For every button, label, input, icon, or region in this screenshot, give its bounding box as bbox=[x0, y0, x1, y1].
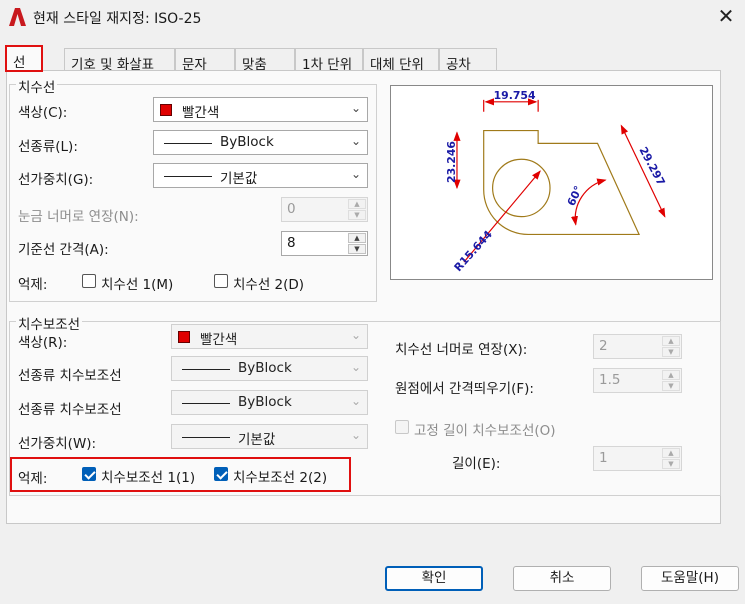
ext-extend-spinner[interactable]: 2 ▲ ▼ bbox=[593, 334, 682, 359]
line-sample bbox=[182, 437, 230, 438]
suppress-ext-line-2-checkbox[interactable] bbox=[214, 467, 228, 481]
dim-linetype-select[interactable]: ByBlock ⌄ bbox=[153, 130, 368, 155]
chevron-down-icon: ⌄ bbox=[350, 360, 361, 374]
dim-color-label: 색상(C): bbox=[18, 105, 68, 121]
chevron-down-icon: ⌄ bbox=[350, 134, 361, 148]
length-value: 1 bbox=[599, 450, 608, 466]
ext-linetype1-label: 선종류 치수보조선 bbox=[18, 368, 122, 384]
dim-extend-value: 0 bbox=[287, 201, 296, 217]
dim-angle-text: 60° bbox=[565, 184, 585, 208]
dim-lineweight-select[interactable]: 기본값 ⌄ bbox=[153, 163, 368, 188]
tab-symbols-arrows[interactable]: 기호 및 화살표 bbox=[64, 48, 175, 73]
ext-color-select[interactable]: 빨간색 ⌄ bbox=[171, 324, 368, 349]
ext-color-label: 색상(R): bbox=[18, 335, 68, 351]
line-sample bbox=[164, 143, 212, 144]
spin-up-icon[interactable]: ▲ bbox=[348, 233, 366, 243]
dim-extend-label: 눈금 너머로 연장(N): bbox=[18, 209, 139, 225]
suppress-ext-line-2-label: 치수보조선 2(2) bbox=[233, 470, 328, 486]
tab-alternate-units[interactable]: 대체 단위 bbox=[363, 48, 439, 73]
suppress-dim-line-1-label: 치수선 1(M) bbox=[101, 277, 174, 293]
ext-lineweight-value: 기본값 bbox=[238, 432, 276, 448]
spin-down-icon[interactable]: ▼ bbox=[348, 244, 366, 254]
spin-up-icon[interactable]: ▲ bbox=[662, 370, 680, 380]
ext-offset-label: 원점에서 간격띄우기(F): bbox=[395, 381, 534, 397]
length-spinner[interactable]: 1 ▲ ▼ bbox=[593, 446, 682, 471]
ext-linetype1-select[interactable]: ByBlock ⌄ bbox=[171, 356, 368, 381]
dim-linetype-value: ByBlock bbox=[220, 134, 274, 150]
ext-linetype1-value: ByBlock bbox=[238, 360, 292, 376]
ext-offset-value: 1.5 bbox=[599, 372, 621, 388]
ext-linetype2-select[interactable]: ByBlock ⌄ bbox=[171, 390, 368, 415]
dim-linetype-label: 선종류(L): bbox=[18, 139, 78, 155]
window-title: 현재 스타일 재지정: ISO-25 bbox=[33, 11, 202, 27]
geometry-outline bbox=[483, 129, 641, 236]
spin-down-icon[interactable]: ▼ bbox=[348, 210, 366, 220]
dim-color-select[interactable]: 빨간색 ⌄ bbox=[153, 97, 368, 122]
tab-lines[interactable]: 선 bbox=[5, 45, 43, 72]
title-bar: 현재 스타일 재지정: ISO-25 ✕ bbox=[0, 0, 745, 34]
ext-offset-spinner[interactable]: 1.5 ▲ ▼ bbox=[593, 368, 682, 393]
ok-button[interactable]: 확인 bbox=[385, 566, 483, 591]
dim-left-text: 23.246 bbox=[445, 141, 458, 183]
suppress-ext-line-1-label: 치수보조선 1(1) bbox=[101, 470, 196, 486]
baseline-spacing-label: 기준선 간격(A): bbox=[18, 242, 109, 258]
line-sample bbox=[182, 403, 230, 404]
tab-primary-units[interactable]: 1차 단위 bbox=[295, 48, 363, 73]
dim-lines-legend: 치수선 bbox=[16, 76, 58, 96]
suppress-dim-line-2-label: 치수선 2(D) bbox=[233, 277, 305, 293]
ext-extend-value: 2 bbox=[599, 338, 608, 354]
fixed-length-label: 고정 길이 치수보조선(O) bbox=[414, 423, 556, 439]
suppress-dim-line-2-checkbox[interactable] bbox=[214, 274, 228, 288]
chevron-down-icon: ⌄ bbox=[350, 428, 361, 442]
ext-linetype2-label: 선종류 치수보조선 bbox=[18, 402, 122, 418]
dimension-preview: 19.754 23.246 29.297 60° R15.644 bbox=[390, 85, 713, 280]
spin-down-icon[interactable]: ▼ bbox=[662, 459, 680, 469]
spin-up-icon[interactable]: ▲ bbox=[662, 336, 680, 346]
suppress-ext-line-1-checkbox[interactable] bbox=[82, 467, 96, 481]
ext-color-value: 빨간색 bbox=[200, 332, 238, 348]
dim-top-text: 19.754 bbox=[494, 89, 536, 102]
ext-suppress-label: 억제: bbox=[18, 471, 48, 487]
color-swatch bbox=[160, 104, 172, 116]
baseline-spacing-spinner[interactable]: 8 ▲ ▼ bbox=[281, 231, 368, 256]
line-sample bbox=[164, 176, 212, 177]
chevron-down-icon: ⌄ bbox=[350, 167, 361, 181]
ext-lines-legend: 치수보조선 bbox=[16, 313, 83, 333]
chevron-down-icon: ⌄ bbox=[350, 101, 361, 115]
spin-up-icon[interactable]: ▲ bbox=[348, 199, 366, 209]
dim-lineweight-label: 선가중치(G): bbox=[18, 172, 94, 188]
spin-up-icon[interactable]: ▲ bbox=[662, 448, 680, 458]
ext-extend-label: 치수선 너머로 연장(X): bbox=[395, 342, 528, 358]
baseline-spacing-value: 8 bbox=[287, 235, 296, 251]
fixed-length-checkbox[interactable] bbox=[395, 420, 409, 434]
spin-down-icon[interactable]: ▼ bbox=[662, 381, 680, 391]
ext-lineweight-label: 선가중치(W): bbox=[18, 436, 97, 452]
dim-extend-spinner[interactable]: 0 ▲ ▼ bbox=[281, 197, 368, 222]
ext-linetype2-value: ByBlock bbox=[238, 394, 292, 410]
color-swatch bbox=[178, 331, 190, 343]
line-sample bbox=[182, 369, 230, 370]
autocad-logo-icon bbox=[9, 8, 26, 26]
length-label: 길이(E): bbox=[452, 456, 501, 472]
spin-down-icon[interactable]: ▼ bbox=[662, 347, 680, 357]
chevron-down-icon: ⌄ bbox=[350, 328, 361, 342]
tab-tolerances[interactable]: 공차 bbox=[439, 48, 497, 73]
help-button[interactable]: 도움말(H) bbox=[641, 566, 739, 591]
dim-color-value: 빨간색 bbox=[182, 105, 220, 121]
dim-lineweight-value: 기본값 bbox=[220, 171, 258, 187]
dim-suppress-label: 억제: bbox=[18, 277, 48, 293]
cancel-button[interactable]: 취소 bbox=[513, 566, 611, 591]
tab-fit[interactable]: 맞춤 bbox=[235, 48, 295, 73]
chevron-down-icon: ⌄ bbox=[350, 394, 361, 408]
ext-lineweight-select[interactable]: 기본값 ⌄ bbox=[171, 424, 368, 449]
close-icon[interactable]: ✕ bbox=[716, 6, 736, 26]
dim-radius-text: R15.644 bbox=[452, 228, 496, 274]
suppress-dim-line-1-checkbox[interactable] bbox=[82, 274, 96, 288]
tab-text[interactable]: 문자 bbox=[175, 48, 235, 73]
